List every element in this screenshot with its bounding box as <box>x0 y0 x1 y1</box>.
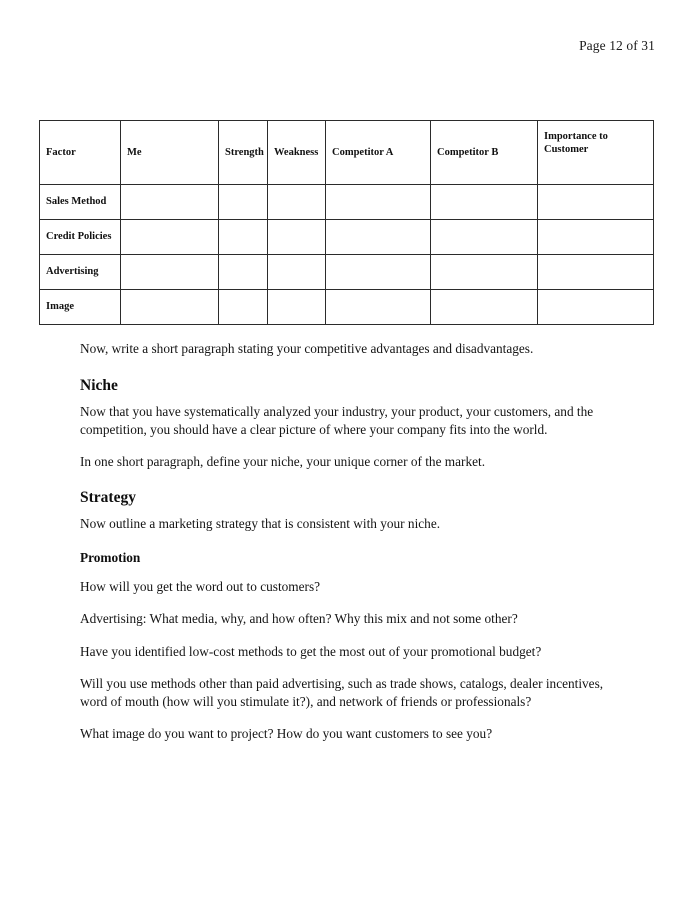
row-label-credit-policies: Credit Policies <box>39 219 121 255</box>
cell-me[interactable] <box>120 184 219 220</box>
document-body: Now, write a short paragraph stating you… <box>80 340 614 757</box>
page-number-header: Page 12 of 31 <box>579 38 655 53</box>
column-header-me: Me <box>120 120 219 185</box>
cell-competitor-b[interactable] <box>430 254 538 290</box>
column-header-importance-to-customer: Importance to Customer <box>537 120 654 185</box>
cell-strength[interactable] <box>218 219 268 255</box>
cell-weakness[interactable] <box>267 219 326 255</box>
column-header-competitor-b: Competitor B <box>430 120 538 185</box>
intro-paragraph: Now, write a short paragraph stating you… <box>80 341 534 356</box>
cell-strength[interactable] <box>218 184 268 220</box>
column-header-competitor-a: Competitor A <box>325 120 431 185</box>
cell-weakness[interactable] <box>267 254 326 290</box>
cell-importance[interactable] <box>537 254 654 290</box>
niche-paragraph-1: Now that you have systematically analyze… <box>80 403 594 437</box>
column-header-weakness: Weakness <box>267 120 326 185</box>
table-row: Credit Policies <box>39 219 654 255</box>
cell-competitor-a[interactable] <box>325 219 431 255</box>
table-row: Sales Method <box>39 184 654 220</box>
competitive-factor-table-wrapper: Factor Me Strength Weakness Competitor A… <box>39 120 654 325</box>
row-label-image: Image <box>39 289 121 325</box>
heading-promotion: Promotion <box>80 550 141 566</box>
cell-competitor-b[interactable] <box>430 289 538 325</box>
table-row: Image <box>39 289 654 325</box>
cell-me[interactable] <box>120 289 219 325</box>
niche-paragraph-2: In one short paragraph, define your nich… <box>80 454 486 470</box>
strategy-paragraph: Now outline a marketing strategy that is… <box>80 516 441 531</box>
row-label-sales-method: Sales Method <box>39 184 121 220</box>
column-header-strength: Strength <box>218 120 268 185</box>
cell-importance[interactable] <box>537 184 654 220</box>
cell-weakness[interactable] <box>267 289 326 325</box>
document-page: Page 12 of 31 Factor Me Strength Weaknes… <box>0 0 695 900</box>
cell-me[interactable] <box>120 254 219 290</box>
cell-competitor-a[interactable] <box>325 289 431 325</box>
cell-competitor-a[interactable] <box>325 254 431 290</box>
promotion-paragraph-3: Have you identified low-cost methods to … <box>80 643 542 659</box>
heading-niche: Niche <box>80 377 118 395</box>
cell-competitor-a[interactable] <box>325 184 431 220</box>
promotion-paragraph-1: How will you get the word out to custome… <box>80 579 321 595</box>
promotion-paragraph-5: What image do you want to project? How d… <box>80 726 493 742</box>
cell-strength[interactable] <box>218 289 268 325</box>
cell-importance[interactable] <box>537 289 654 325</box>
promotion-paragraph-4: Will you use methods other than paid adv… <box>80 675 604 709</box>
row-label-advertising: Advertising <box>39 254 121 290</box>
cell-importance[interactable] <box>537 219 654 255</box>
promotion-paragraph-2: Advertising: What media, why, and how of… <box>80 611 518 627</box>
cell-me[interactable] <box>120 219 219 255</box>
competitive-factor-table: Factor Me Strength Weakness Competitor A… <box>39 120 654 325</box>
cell-competitor-b[interactable] <box>430 184 538 220</box>
column-header-factor: Factor <box>39 120 121 185</box>
cell-competitor-b[interactable] <box>430 219 538 255</box>
cell-weakness[interactable] <box>267 184 326 220</box>
cell-strength[interactable] <box>218 254 268 290</box>
table-row: Advertising <box>39 254 654 290</box>
heading-strategy: Strategy <box>80 489 136 507</box>
table-header-row: Factor Me Strength Weakness Competitor A… <box>39 120 654 185</box>
